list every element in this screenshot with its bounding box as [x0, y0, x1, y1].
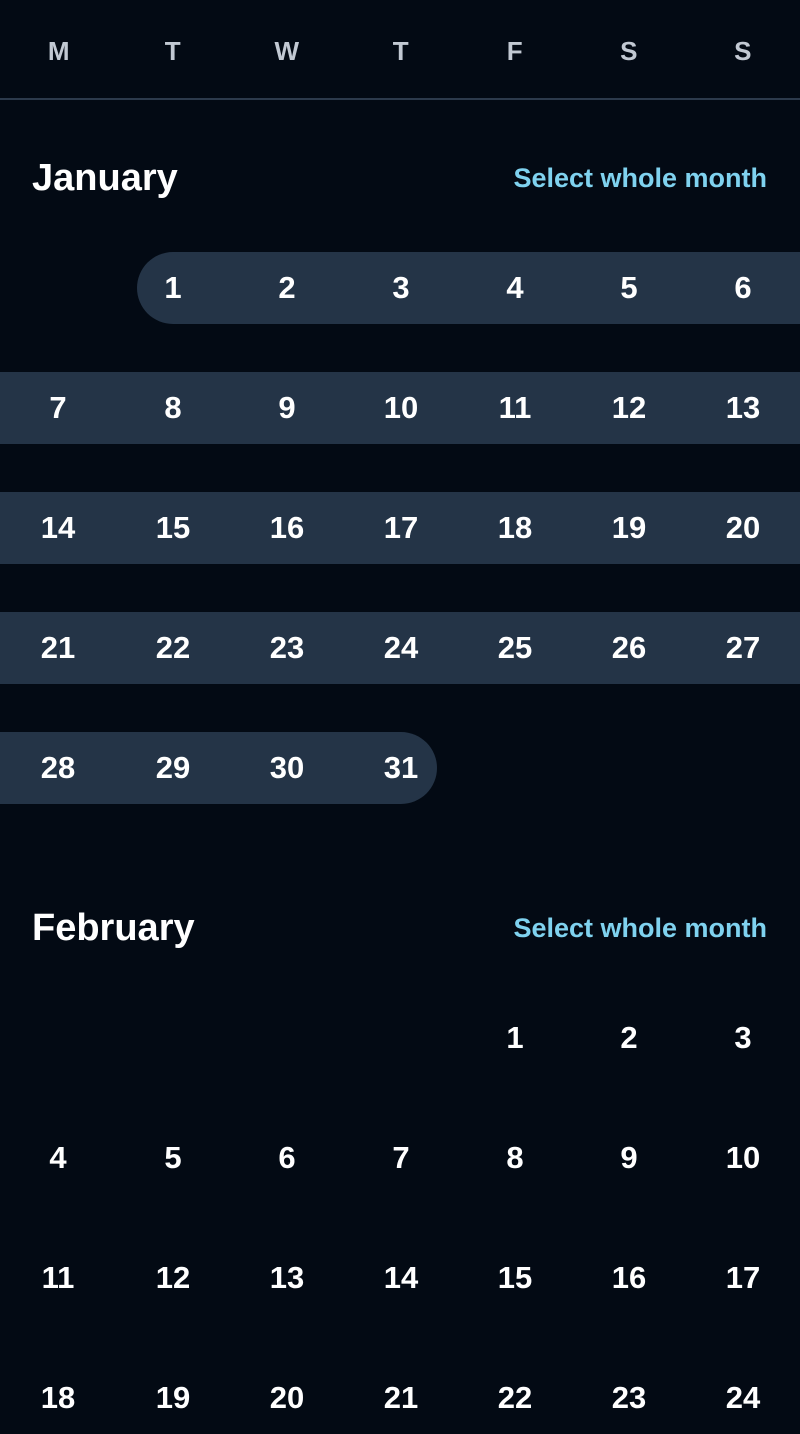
day-cell[interactable]: 17	[686, 1242, 800, 1314]
day-cell[interactable]: 9	[230, 372, 344, 444]
day-cell[interactable]: 22	[116, 612, 230, 684]
day-cell[interactable]: 6	[686, 252, 800, 324]
weekday-label: M	[47, 36, 71, 66]
day-cell[interactable]: 5	[572, 252, 686, 324]
day-cell[interactable]: 16	[572, 1242, 686, 1314]
day-cell[interactable]: 2	[572, 1002, 686, 1074]
weekday-label: T	[392, 36, 410, 66]
day-cell[interactable]: 20	[686, 492, 800, 564]
day-cell[interactable]: 4	[458, 252, 572, 324]
weekday-label: T	[164, 36, 182, 66]
day-cell[interactable]: 11	[1, 1242, 115, 1314]
select-whole-month-button[interactable]: Select whole month	[513, 911, 767, 945]
day-cell[interactable]: 5	[116, 1122, 230, 1194]
day-cell[interactable]: 19	[116, 1362, 230, 1434]
day-cell[interactable]: 7	[344, 1122, 458, 1194]
day-cell[interactable]: 25	[458, 612, 572, 684]
day-cell[interactable]: 14	[1, 492, 115, 564]
day-cell[interactable]: 29	[116, 732, 230, 804]
day-cell[interactable]: 3	[686, 1002, 800, 1074]
day-cell[interactable]: 9	[572, 1122, 686, 1194]
day-cell[interactable]: 8	[116, 372, 230, 444]
day-cell[interactable]: 2	[230, 252, 344, 324]
day-cell[interactable]: 20	[230, 1362, 344, 1434]
weekday-label: S	[734, 36, 752, 66]
day-cell[interactable]: 1	[458, 1002, 572, 1074]
day-cell[interactable]: 18	[458, 492, 572, 564]
day-cell[interactable]: 21	[1, 612, 115, 684]
day-cell[interactable]: 14	[344, 1242, 458, 1314]
day-cell[interactable]: 12	[572, 372, 686, 444]
day-cell[interactable]: 8	[458, 1122, 572, 1194]
day-cell[interactable]: 12	[116, 1242, 230, 1314]
day-cell[interactable]: 23	[572, 1362, 686, 1434]
week-row: 4 5 6 7 8 9 10	[0, 1122, 800, 1194]
month-title: February	[32, 907, 195, 949]
week-row: 28 29 30 31	[0, 732, 800, 804]
week-row: 7 8 9 10 11 12 13	[0, 372, 800, 444]
day-cell[interactable]: 17	[344, 492, 458, 564]
weekday-label: S	[620, 36, 638, 66]
weekday-label: W	[274, 36, 300, 66]
week-row: 123	[0, 1002, 800, 1074]
day-cell[interactable]: 3	[344, 252, 458, 324]
day-cell[interactable]: 4	[1, 1122, 115, 1194]
day-cell[interactable]: 24	[344, 612, 458, 684]
select-whole-month-button[interactable]: Select whole month	[513, 161, 767, 195]
day-cell[interactable]: 28	[1, 732, 115, 804]
day-cell[interactable]: 23	[230, 612, 344, 684]
day-cell[interactable]: 15	[116, 492, 230, 564]
month-title: January	[32, 157, 178, 199]
day-cell[interactable]: 24	[686, 1362, 800, 1434]
day-cell[interactable]: 30	[230, 732, 344, 804]
day-cell[interactable]: 6	[230, 1122, 344, 1194]
day-cell[interactable]: 26	[572, 612, 686, 684]
weekday-header: M T W T F S S	[0, 0, 800, 100]
week-row: 14 15 16 17 18 19 20	[0, 492, 800, 564]
day-cell[interactable]: 27	[686, 612, 800, 684]
day-cell[interactable]: 10	[344, 372, 458, 444]
weekday-label: F	[506, 36, 524, 66]
day-cell[interactable]: 16	[230, 492, 344, 564]
day-cell[interactable]: 31	[344, 732, 458, 804]
day-cell[interactable]: 22	[458, 1362, 572, 1434]
day-cell[interactable]: 11	[458, 372, 572, 444]
day-cell[interactable]: 13	[230, 1242, 344, 1314]
day-cell[interactable]: 19	[572, 492, 686, 564]
week-row: 21 22 23 24 25 26 27	[0, 612, 800, 684]
week-row: 18 19 20 21 22 23 24	[0, 1362, 800, 1434]
day-cell[interactable]: 21	[344, 1362, 458, 1434]
day-cell[interactable]: 15	[458, 1242, 572, 1314]
day-cell[interactable]: 13	[686, 372, 800, 444]
week-row: 123456	[0, 252, 800, 324]
day-cell[interactable]: 10	[686, 1122, 800, 1194]
week-row: 11 12 13 14 15 16 17	[0, 1242, 800, 1314]
day-cell[interactable]: 7	[1, 372, 115, 444]
day-cell[interactable]: 1	[116, 252, 230, 324]
day-cell[interactable]: 18	[1, 1362, 115, 1434]
